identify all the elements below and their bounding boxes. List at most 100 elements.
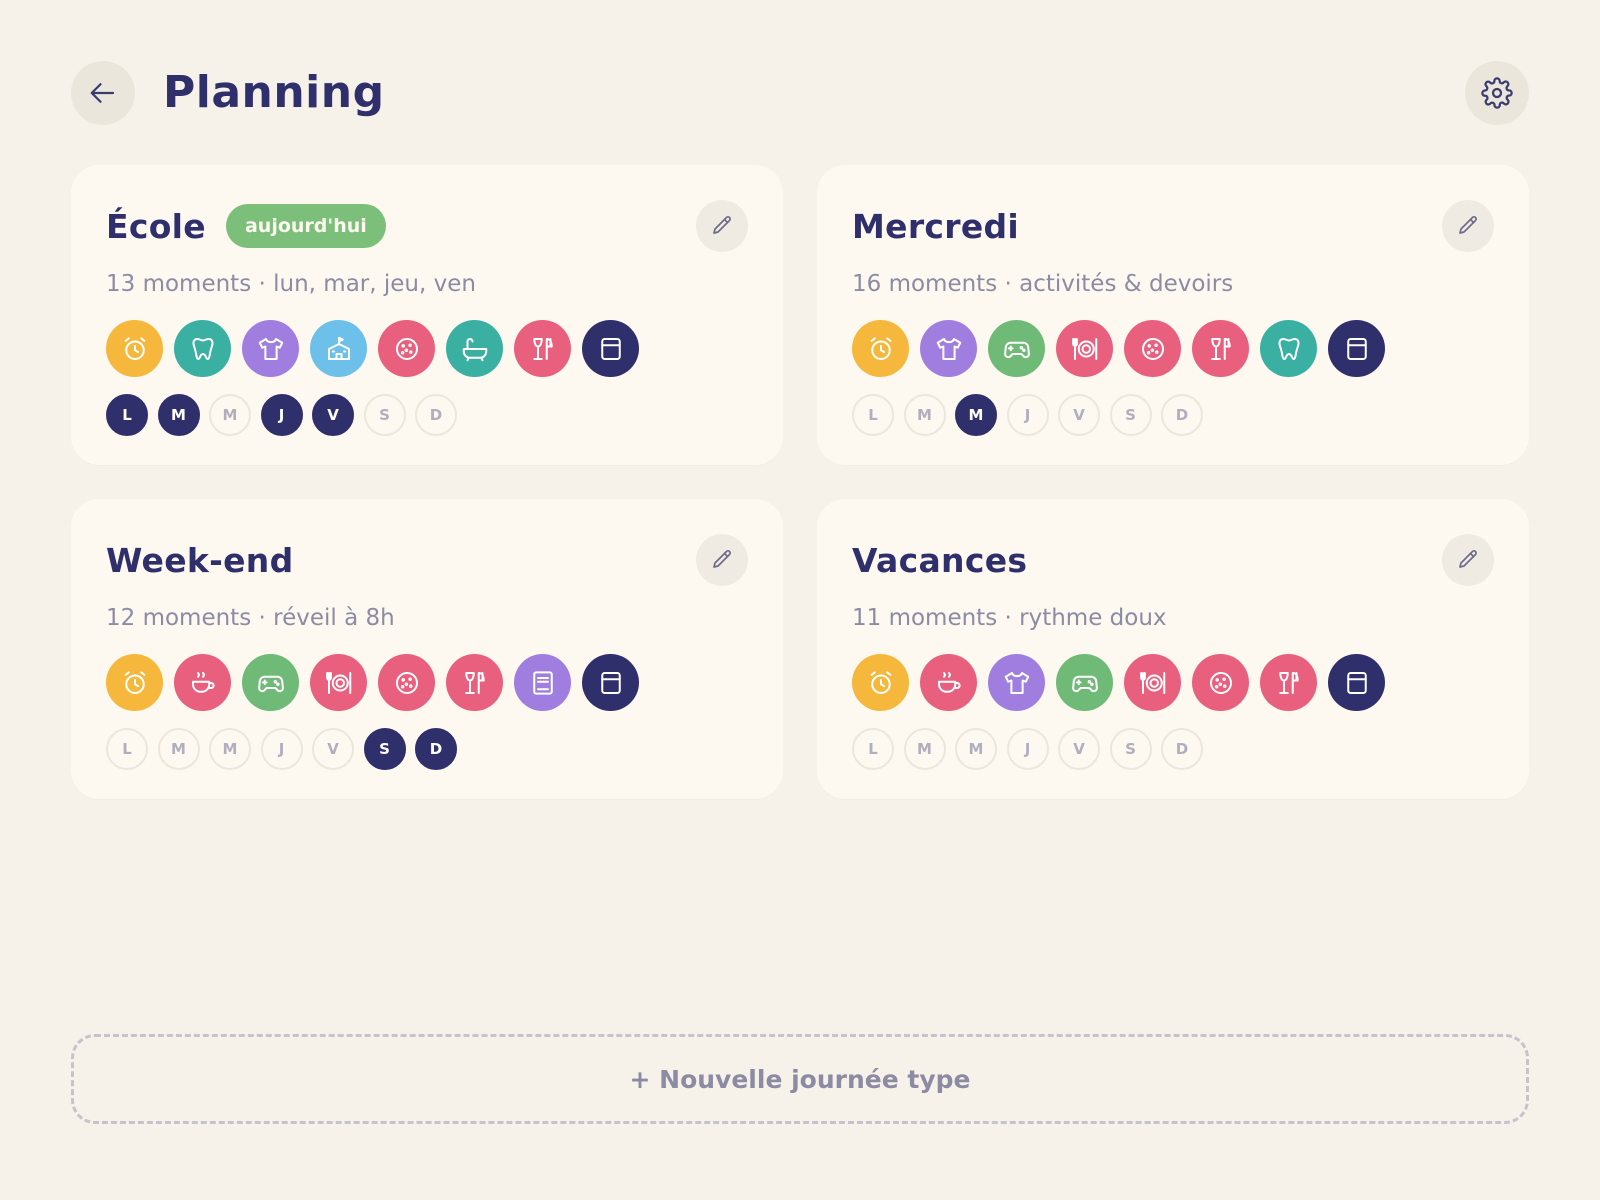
moment-item <box>514 320 571 377</box>
moment-item <box>174 320 231 377</box>
breakfast-icon <box>191 671 215 693</box>
moment-item <box>988 320 1045 377</box>
day-chip: S <box>363 728 406 770</box>
alarm-clock-icon <box>870 670 891 694</box>
cookie-icon <box>395 671 418 694</box>
plate-icon <box>325 671 351 694</box>
moment-item <box>310 654 367 711</box>
tooth-icon <box>191 337 214 360</box>
card-subtitle: 11 moments · rythme doux <box>852 605 1167 631</box>
day-chip: V <box>1058 728 1100 770</box>
moments-row <box>106 320 639 377</box>
moment-item <box>582 320 639 377</box>
cookie-icon <box>1141 337 1164 360</box>
day-chip: L <box>106 394 148 436</box>
edit-button[interactable] <box>696 534 748 586</box>
moment-item <box>582 654 639 711</box>
alarm-clock-icon <box>870 336 891 360</box>
day-type-card-ecole[interactable]: École aujourd'hui 13 moments · lun, mar,… <box>71 165 783 465</box>
today-badge: aujourd'hui <box>225 204 386 248</box>
day-chip: D <box>415 728 457 770</box>
day-chip: M <box>157 394 200 436</box>
tshirt-icon <box>1004 671 1029 694</box>
days-row: LMMJVSD <box>852 728 1203 770</box>
card-title-row: Vacances <box>852 533 1027 587</box>
day-chip: J <box>1006 394 1049 436</box>
tshirt-icon <box>936 337 961 360</box>
moments-row <box>852 654 1385 711</box>
plate-icon <box>1071 337 1097 360</box>
moment-item <box>1260 320 1317 377</box>
moment-item <box>1328 654 1385 711</box>
day-types-grid: École aujourd'hui 13 moments · lun, mar,… <box>71 165 1529 799</box>
edit-button[interactable] <box>696 200 748 252</box>
day-chip: M <box>955 394 997 436</box>
moment-item <box>1328 320 1385 377</box>
dinner-icon <box>1210 337 1231 360</box>
card-title: Vacances <box>852 540 1028 580</box>
day-chip: V <box>312 394 354 436</box>
day-type-card-vacances[interactable]: Vacances 11 moments · rythme doux LMMJVS… <box>817 499 1529 799</box>
day-chip: D <box>415 394 457 436</box>
card-title-row: École aujourd'hui <box>106 199 386 253</box>
school-icon <box>327 336 350 360</box>
edit-button[interactable] <box>1442 534 1494 586</box>
moment-item <box>106 320 163 377</box>
day-chip: S <box>1109 394 1152 436</box>
page-title: Planning <box>163 67 385 118</box>
moment-item <box>852 320 909 377</box>
moment-item <box>514 654 571 711</box>
card-title-row: Week-end <box>106 533 294 587</box>
day-chip: S <box>1109 728 1152 770</box>
day-chip: L <box>106 728 148 770</box>
moment-item <box>1192 320 1249 377</box>
days-row: LMMJVSD <box>852 394 1203 436</box>
alarm-clock-icon <box>124 670 145 694</box>
new-day-type-button[interactable]: + Nouvelle journée type <box>71 1034 1529 1124</box>
day-chip: L <box>852 394 894 436</box>
day-chip: M <box>955 728 997 770</box>
moment-item <box>174 654 231 711</box>
card-title: École <box>106 206 206 246</box>
moment-item <box>106 654 163 711</box>
plate-icon <box>1139 671 1165 694</box>
moment-item <box>852 654 909 711</box>
day-chip: D <box>1161 728 1203 770</box>
settings-button[interactable] <box>1465 61 1529 125</box>
pencil-icon <box>1459 550 1477 568</box>
tooth-icon <box>1277 337 1300 360</box>
moment-item <box>1260 654 1317 711</box>
pencil-icon <box>713 550 731 568</box>
moment-item <box>920 320 977 377</box>
day-chip: J <box>1006 728 1049 770</box>
breakfast-icon <box>937 671 961 693</box>
day-chip: M <box>209 728 251 770</box>
bed-icon <box>1346 671 1367 694</box>
moment-item <box>1124 654 1181 711</box>
card-subtitle: 16 moments · activités & devoirs <box>852 271 1234 297</box>
gamepad-icon <box>1071 675 1098 692</box>
moment-item <box>1056 654 1113 711</box>
moments-row <box>106 654 639 711</box>
back-button[interactable] <box>71 61 135 125</box>
tshirt-icon <box>258 337 283 360</box>
moment-item <box>378 654 435 711</box>
edit-button[interactable] <box>1442 200 1494 252</box>
moment-item <box>988 654 1045 711</box>
book-icon <box>532 670 553 695</box>
day-chip: M <box>903 394 946 436</box>
card-title: Week-end <box>106 540 294 580</box>
day-type-card-week-end[interactable]: Week-end 12 moments · réveil à 8h LMMJVS… <box>71 499 783 799</box>
dinner-icon <box>532 337 553 360</box>
day-chip: S <box>363 394 406 436</box>
moment-item <box>1056 320 1113 377</box>
moment-item <box>446 320 503 377</box>
moment-item <box>242 654 299 711</box>
day-chip: L <box>852 728 894 770</box>
day-type-card-mercredi[interactable]: Mercredi 16 moments · activités & devoir… <box>817 165 1529 465</box>
arrow-left-icon <box>90 83 115 103</box>
day-chip: M <box>903 728 946 770</box>
card-title-row: Mercredi <box>852 199 1019 253</box>
moment-item <box>1124 320 1181 377</box>
pencil-icon <box>713 216 731 234</box>
